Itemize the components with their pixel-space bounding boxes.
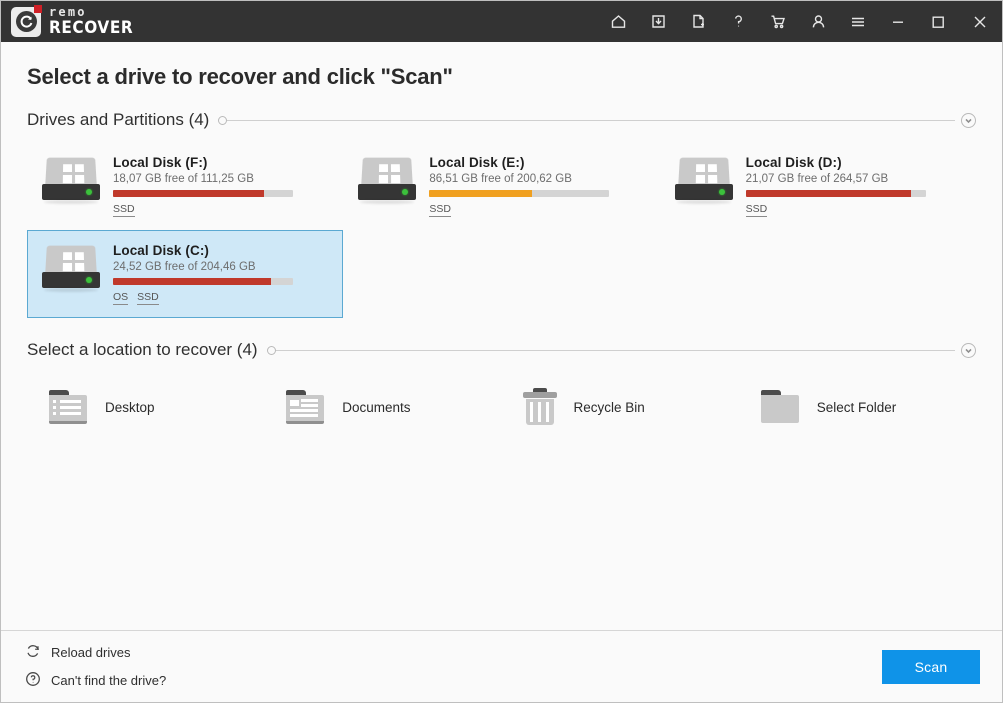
user-icon[interactable] (798, 1, 838, 42)
logo-red-square (34, 4, 42, 13)
hard-drive-icon (42, 155, 100, 205)
drive-name: Local Disk (E:) (429, 155, 525, 170)
locations-section-title: Select a location to recover (4) (27, 340, 258, 360)
footer-links: Reload drives Can't find the drive? (25, 643, 166, 690)
folder-icon (759, 389, 801, 425)
drive-usage-bar (429, 190, 610, 197)
drive-card-c[interactable]: Local Disk (C:) 24,52 GB free of 204,46 … (27, 230, 344, 319)
cart-icon[interactable] (758, 1, 798, 42)
footer-bar: Reload drives Can't find the drive? Scan (1, 630, 1002, 702)
chevron-down-icon[interactable] (961, 342, 976, 358)
recycle-bin-icon (522, 388, 558, 426)
remo-recover-window: remo RECOVER Select a drive to recover a… (0, 0, 1003, 703)
drive-info: Local Disk (D:) 21,07 GB free of 264,57 … (745, 153, 965, 218)
location-item-desktop[interactable]: Desktop (27, 382, 264, 432)
help-icon[interactable] (718, 1, 758, 42)
logo-lens (15, 11, 37, 32)
section-knob (218, 115, 228, 125)
maximize-icon[interactable] (918, 1, 958, 42)
menu-icon[interactable] (838, 1, 878, 42)
titlebar-icon-group (598, 1, 1002, 42)
location-item-recycle-bin[interactable]: Recycle Bin (502, 382, 739, 432)
drives-grid: Local Disk (F:) 18,07 GB free of 111,25 … (27, 142, 976, 319)
section-divider (275, 349, 955, 351)
title-bar: remo RECOVER (1, 1, 1002, 42)
documents-folder-icon (284, 389, 326, 425)
drive-card-f[interactable]: Local Disk (F:) 18,07 GB free of 111,25 … (27, 142, 343, 230)
locations-grid: Desktop Documents Recycle Bin Select Fol… (27, 382, 976, 432)
locations-section-header: Select a location to recover (4) (27, 340, 976, 360)
drive-tag-ssd: SSD (137, 291, 159, 306)
drives-section-title: Drives and Partitions (4) (27, 110, 210, 129)
drive-name: Local Disk (F:) (113, 155, 208, 170)
page-title: Select a drive to recover and click "Sca… (27, 64, 453, 89)
brand-recover-text: RECOVER (49, 18, 134, 38)
drive-capacity: 86,51 GB free of 200,62 GB (429, 173, 572, 185)
brand-text: remo RECOVER (49, 6, 133, 37)
minimize-icon[interactable] (878, 1, 918, 42)
drive-info: Local Disk (F:) 18,07 GB free of 111,25 … (113, 153, 332, 218)
drive-tag: SSD (113, 203, 135, 218)
drive-tags: OS SSD (113, 291, 332, 306)
location-label: Documents (342, 399, 411, 415)
drive-tag: SSD (745, 203, 768, 218)
drive-tag-os: OS (113, 291, 129, 306)
drive-usage-bar (745, 190, 926, 197)
drive-usage-fill (429, 190, 532, 197)
drive-usage-fill (745, 190, 912, 197)
drive-capacity: 18,07 GB free of 111,25 GB (113, 173, 254, 185)
drives-section-header: Drives and Partitions (4) (27, 110, 976, 130)
page-header: Select a drive to recover and click "Sca… (1, 42, 1002, 138)
drive-usage-fill (113, 190, 265, 197)
refresh-icon (25, 643, 41, 662)
location-item-select-folder[interactable]: Select Folder (739, 382, 976, 432)
section-knob (266, 345, 276, 355)
drive-capacity: 21,07 GB free of 264,57 GB (745, 173, 889, 185)
reload-drives-label: Reload drives (51, 645, 131, 660)
location-label: Desktop (105, 399, 155, 415)
drive-tags: SSD (745, 203, 965, 218)
hard-drive-icon (358, 155, 417, 205)
scan-button[interactable]: Scan (882, 649, 980, 684)
reload-drives-link[interactable]: Reload drives (25, 643, 166, 662)
drive-tags: SSD (429, 203, 648, 218)
brand-remo-text: remo (49, 5, 87, 19)
drive-card-d[interactable]: Local Disk (D:) 21,07 GB free of 264,57 … (660, 142, 976, 230)
drive-info: Local Disk (C:) 24,52 GB free of 204,46 … (113, 241, 332, 306)
drive-card-e[interactable]: Local Disk (E:) 86,51 GB free of 200,62 … (343, 142, 659, 230)
section-divider (227, 119, 955, 121)
drive-usage-bar (113, 278, 293, 286)
location-item-documents[interactable]: Documents (264, 382, 501, 432)
cant-find-drive-label: Can't find the drive? (51, 673, 167, 688)
drive-name: Local Disk (D:) (745, 155, 842, 170)
location-label: Select Folder (816, 399, 897, 415)
close-icon[interactable] (958, 1, 1002, 42)
remo-logo-icon (11, 4, 42, 37)
drive-name: Local Disk (C:) (113, 243, 210, 259)
drive-info: Local Disk (E:) 86,51 GB free of 200,62 … (429, 153, 648, 218)
drive-usage-bar (113, 190, 293, 197)
desktop-folder-icon (47, 389, 89, 425)
hard-drive-icon (42, 243, 100, 293)
location-label: Recycle Bin (573, 399, 645, 415)
drive-usage-fill (113, 278, 272, 286)
question-circle-icon (25, 671, 41, 690)
drive-tags: SSD (113, 203, 332, 218)
main-content: Drives and Partitions (4) Local Disk (F:… (1, 96, 1002, 630)
save-icon[interactable] (638, 1, 678, 42)
hard-drive-icon (674, 155, 733, 205)
app-brand: remo RECOVER (1, 4, 133, 37)
new-file-icon[interactable] (678, 1, 718, 42)
cant-find-drive-link[interactable]: Can't find the drive? (25, 671, 166, 690)
chevron-down-icon[interactable] (961, 112, 976, 128)
drive-tag: SSD (429, 203, 451, 218)
drive-capacity: 24,52 GB free of 204,46 GB (113, 261, 256, 274)
home-icon[interactable] (598, 1, 638, 42)
